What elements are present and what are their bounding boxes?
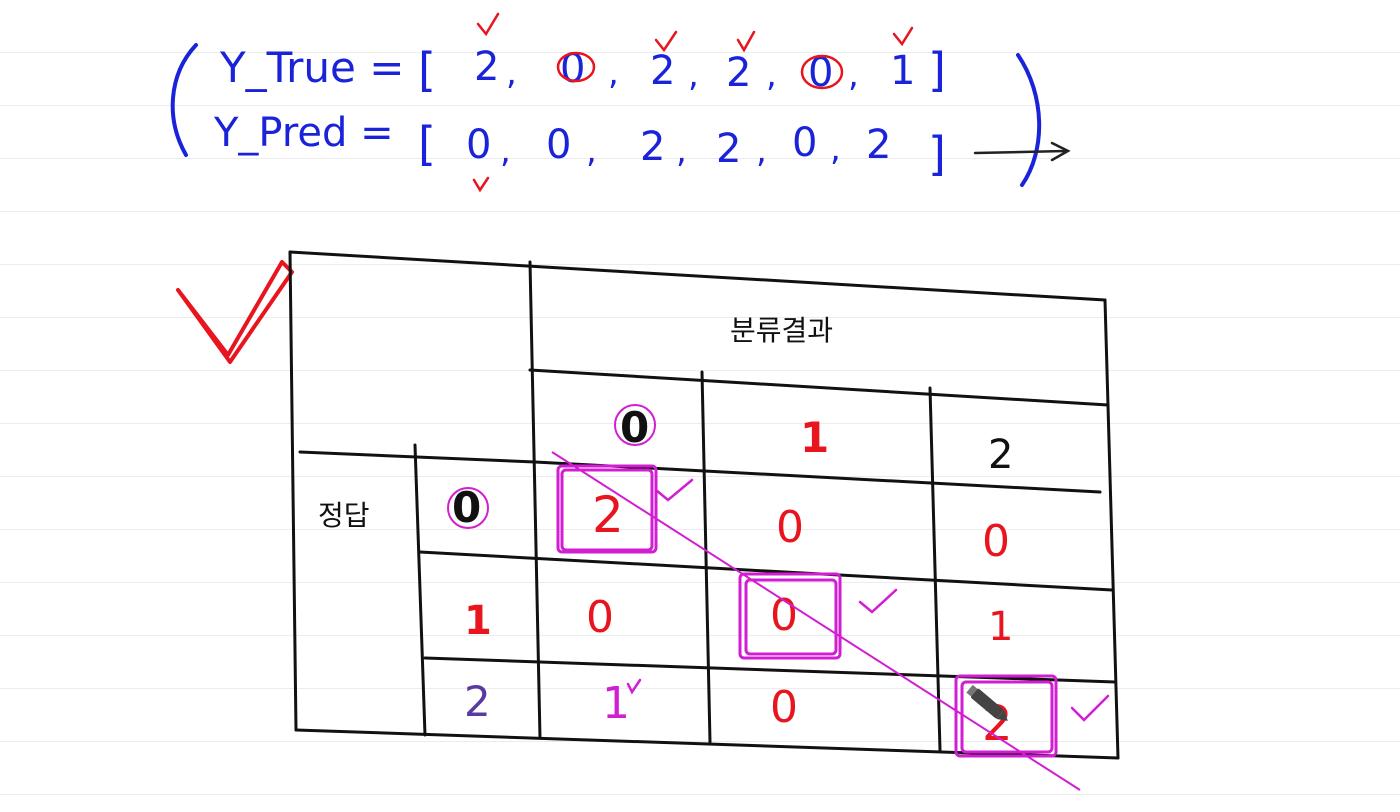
y-pred-open-bracket: [ [418,117,436,171]
check-mark-icon [176,260,294,364]
y-true-values: 2 , 0 , 2 , 2 , 0 , 1 [474,44,915,96]
matrix-cell: 0 [770,682,798,733]
y-true-open-bracket: [ [418,43,436,97]
comma: , [766,55,777,95]
y-true-value: 2 [474,44,499,90]
row-label: 1 [464,598,492,644]
y-pred-value: 2 [640,124,665,170]
comma: , [586,131,597,171]
right-paren [1016,53,1042,187]
matrix-cell: 0 [776,502,804,553]
y-pred-close-bracket: ] [928,127,946,181]
matrix-cell: 1 [988,604,1013,650]
col-label: 1 [800,413,829,462]
check-mark-icon [892,26,914,47]
left-paren [170,43,198,157]
comma: , [688,55,699,95]
y-true-close-bracket: ] [928,43,946,97]
y-true-value: 2 [650,48,675,94]
row-label: 2 [464,677,491,726]
y-pred-value: 0 [466,122,491,168]
y-pred-value: 0 [792,120,817,166]
check-mark-icon [654,478,694,502]
y-pred-value: 2 [866,122,891,168]
y-true-value: 1 [890,48,915,94]
comma: , [608,53,619,93]
matrix-cell: 0 [982,516,1010,567]
predicted-header: 분류결과 [730,314,833,347]
y-true-value: 2 [726,50,751,96]
matrix-cell: 0 [586,592,614,643]
check-mark-icon [736,30,756,53]
col-label: 2 [988,432,1013,478]
comma: , [830,129,841,169]
matrix-cell: 1 [602,678,630,729]
y-true-label: Y_True = [219,43,404,92]
y-pred-values: 0 , 0 , 2 , 2 , 0 , 2 [466,120,891,172]
comma: , [500,131,511,171]
comma: , [756,131,767,171]
arrow-right-icon [973,141,1071,162]
handwritten-canvas: Y_True = Y_Pred = [ ] [ ] 2 , 0 , 2 , 2 … [170,12,1120,791]
equation-block: Y_True = Y_Pred = [ ] [ ] 2 , 0 , 2 , 2 … [170,12,1071,193]
y-pred-value: 0 [546,122,571,168]
comma: , [506,53,517,93]
actual-header: 정답 [318,499,370,532]
check-mark-icon [1070,694,1110,722]
matrix-cell: 0 [770,590,798,641]
y-pred-value: 2 [716,126,741,172]
check-mark-icon [858,588,898,614]
comma: , [848,55,859,95]
check-mark-icon [476,12,500,37]
check-mark-icon [472,176,490,193]
y-pred-label: Y_Pred = [213,110,394,156]
comma: , [676,131,687,171]
